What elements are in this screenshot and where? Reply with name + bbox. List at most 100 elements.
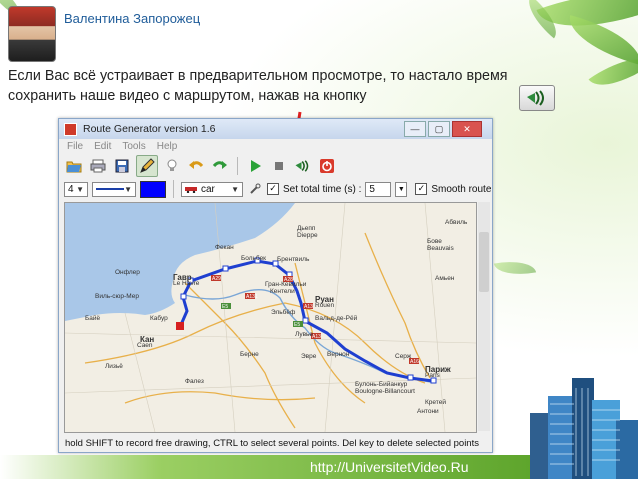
line-width-value: 4 [68, 183, 74, 195]
map-label: Виль-сюр-Мер [95, 293, 139, 300]
set-total-time-checkbox[interactable]: ✓ [267, 183, 279, 195]
svg-text:E5: E5 [294, 322, 300, 328]
minimize-button[interactable]: — [404, 121, 426, 137]
total-time-value: 5 [369, 183, 375, 195]
map-label: Кретей [425, 399, 446, 406]
line-width-select[interactable]: 4 ▼ [64, 181, 88, 197]
redo-button[interactable] [210, 156, 230, 176]
folder-open-icon [66, 161, 82, 173]
maximize-button[interactable]: ▢ [428, 121, 450, 137]
map-label: Rouen [315, 302, 335, 309]
play-icon [251, 160, 261, 172]
save-video-button-hint [519, 85, 555, 111]
print-button[interactable] [88, 156, 108, 176]
chevron-down-icon: ▼ [124, 184, 132, 194]
floppy-disk-icon [115, 159, 129, 173]
map-label: Dieppe [297, 232, 318, 239]
open-button[interactable] [64, 156, 84, 176]
map-vertical-scrollbar[interactable] [478, 202, 490, 431]
map-label: Онфлер [115, 269, 140, 276]
exit-button[interactable] [317, 156, 337, 176]
stop-icon [275, 162, 283, 170]
map-label: Вальд-де-Рёй [315, 315, 358, 322]
stop-button[interactable] [269, 156, 289, 176]
generate-video-button[interactable] [293, 156, 313, 176]
map-label: Антони [417, 408, 439, 415]
route-point[interactable] [180, 293, 187, 300]
route-point[interactable] [407, 374, 414, 381]
route-color-swatch[interactable] [140, 180, 166, 198]
car-icon [185, 187, 197, 193]
svg-text:A13: A13 [312, 334, 321, 340]
map-label: Boulogne-Billancourt [355, 388, 415, 395]
menu-file[interactable]: File [67, 141, 83, 152]
undo-button[interactable] [186, 156, 206, 176]
map-label: Дьепп [297, 225, 316, 232]
map-label: Больбек [241, 255, 267, 262]
map-label: Le Havre [173, 280, 200, 287]
map-label: Фекан [215, 244, 234, 251]
leaf-decoration [493, 256, 537, 280]
printer-icon [90, 159, 106, 173]
map-label: Paris [425, 372, 440, 379]
toolbar-separator [173, 180, 174, 198]
window-controls: — ▢ ✕ [404, 121, 482, 137]
set-total-time-label: Set total time (s) : [283, 183, 362, 195]
route-start-marker[interactable] [176, 322, 184, 330]
svg-text:A29: A29 [212, 276, 221, 282]
map-label: Байё [85, 315, 101, 322]
map-label: Лизьё [105, 363, 123, 370]
chevron-down-icon: ▼ [76, 184, 84, 194]
map-label: Серж [395, 353, 412, 360]
window-title: Route Generator version 1.6 [83, 123, 216, 135]
select-point-button[interactable] [162, 156, 182, 176]
vehicle-value: car [201, 183, 215, 195]
svg-text:E5: E5 [222, 304, 228, 310]
play-button[interactable] [245, 156, 265, 176]
map-label: Гран-Кевильи [265, 281, 307, 288]
map-label: Фалез [185, 378, 204, 385]
route-generator-window: Route Generator version 1.6 — ▢ ✕ File E… [58, 118, 493, 453]
map-label: Лувье [295, 331, 314, 338]
tools-button[interactable] [247, 181, 263, 197]
vehicle-select[interactable]: car ▼ [181, 181, 243, 197]
line-style-preview [96, 188, 124, 190]
svg-text:A13: A13 [304, 304, 313, 310]
map-label: Caen [137, 342, 153, 349]
menu-bar: File Edit Tools Help [59, 139, 492, 154]
map-label: Кабур [150, 315, 168, 322]
route-settings-bar: 4 ▼ ▼ car ▼ ✓ Set total time (s) : 5 ▼ ✓… [59, 178, 492, 200]
total-time-dropdown[interactable]: ▼ [395, 181, 408, 197]
city-buildings-illustration [530, 378, 638, 479]
wrench-icon [250, 183, 261, 194]
map-label: Бове [427, 238, 442, 245]
scrollbar-thumb[interactable] [479, 232, 489, 292]
smooth-route-checkbox[interactable]: ✓ [415, 183, 428, 195]
pencil-icon [140, 158, 155, 173]
app-icon [64, 122, 77, 136]
footer-url[interactable]: http://UniversitetVideo.Ru [310, 459, 469, 475]
draw-route-button[interactable] [136, 155, 158, 177]
map-label: Кентели [270, 288, 295, 295]
power-icon [320, 159, 334, 173]
close-button[interactable]: ✕ [452, 121, 482, 137]
menu-tools[interactable]: Tools [122, 141, 145, 152]
map-label: Брентвиль [277, 256, 310, 263]
save-button[interactable] [112, 156, 132, 176]
line-style-select[interactable]: ▼ [92, 181, 136, 197]
save-video-icon [527, 90, 544, 106]
save-video-icon [295, 160, 309, 172]
map-label: Берне [240, 351, 259, 358]
map-label: Вернон [327, 351, 350, 358]
author-name: Валентина Запорожец [64, 11, 201, 26]
chevron-down-icon: ▼ [397, 185, 405, 193]
map-label: Beauvais [427, 245, 454, 252]
menu-help[interactable]: Help [157, 141, 178, 152]
route-point[interactable] [302, 317, 309, 324]
menu-edit[interactable]: Edit [94, 141, 111, 152]
route-point[interactable] [222, 265, 229, 272]
total-time-input[interactable]: 5 [365, 181, 392, 197]
map-label: Эльбёф [271, 309, 296, 316]
map-label: Абвиль [445, 219, 468, 226]
map-canvas[interactable]: A29 A28 A13 A13 A16 A131 E5 E5 Дьепп Diep… [64, 202, 477, 433]
